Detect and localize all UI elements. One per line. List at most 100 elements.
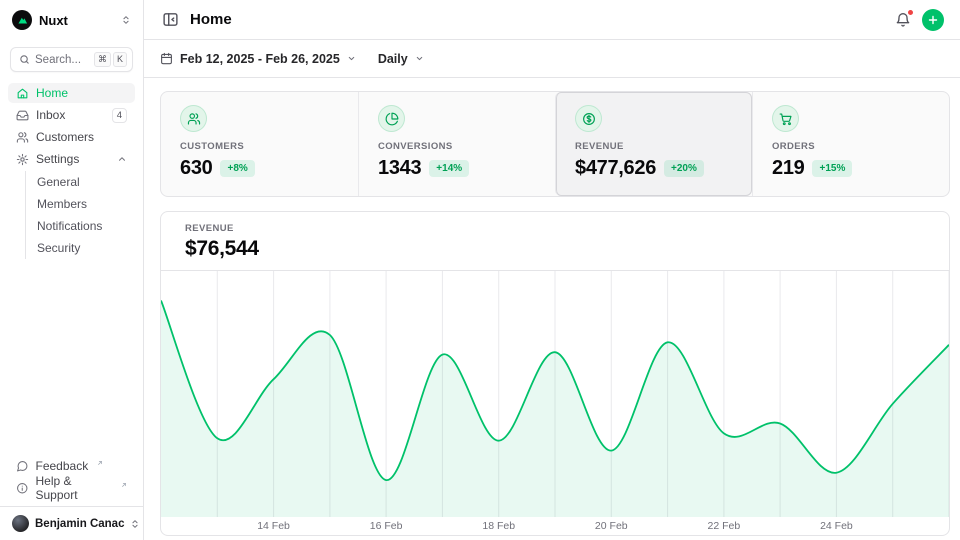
gear-icon [16,153,29,166]
kbd-k: K [113,52,127,67]
search-placeholder: Search... [35,54,89,66]
sidebar-item-label: Settings [36,152,79,166]
external-icon [97,460,103,466]
sidebar-item-settings[interactable]: Settings [8,149,135,169]
user-name: Benjamin Canac [35,518,124,530]
stat-card-revenue[interactable]: REVENUE $477,626 +20% [555,92,752,196]
sidebar-link-label: Feedback [36,459,89,473]
sidebar-link-feedback[interactable]: Feedback [8,456,135,476]
sidebar-spacer [0,261,143,456]
notification-dot [907,9,914,16]
chevrons-up-down-icon [121,15,131,25]
sidebar-item-inbox[interactable]: Inbox 4 [8,105,135,125]
sidebar-item-label: Customers [36,130,94,144]
x-axis-tick-label: 24 Feb [820,520,853,532]
stat-label: REVENUE [575,141,733,152]
sidebar-item-label: Inbox [36,108,65,122]
revenue-chart-card: REVENUE $76,544 14 Feb 16 Feb 18 Feb 20 Feb… [160,211,950,536]
user-menu[interactable]: Benjamin Canac [0,506,143,540]
add-button[interactable] [922,9,944,31]
stat-value: $477,626 [575,157,656,180]
x-axis-tick-label: 14 Feb [257,520,290,532]
revenue-area-chart[interactable] [161,271,949,517]
page-content: CUSTOMERS 630 +8% CONVERSIONS 1343 +14% … [144,78,960,536]
collapse-sidebar-button[interactable] [160,9,181,30]
search-input[interactable]: Search... ⌘K [10,47,133,72]
sidebar-link-help-support[interactable]: Help & Support [8,478,135,498]
chart-current-value: $76,544 [185,237,925,261]
message-icon [16,460,29,473]
x-axis-tick-label: 20 Feb [595,520,628,532]
stat-value: 1343 [378,157,421,180]
sidebar-item-customers[interactable]: Customers [8,127,135,147]
stats-row: CUSTOMERS 630 +8% CONVERSIONS 1343 +14% … [160,91,950,197]
workspace-name: Nuxt [39,13,114,28]
stat-card-customers[interactable]: CUSTOMERS 630 +8% [161,92,358,196]
period-value: Daily [378,52,408,66]
stat-card-orders[interactable]: ORDERS 219 +15% [752,92,949,196]
date-range-picker[interactable]: Feb 12, 2025 - Feb 26, 2025 [160,52,356,66]
filter-toolbar: Feb 12, 2025 - Feb 26, 2025 Daily [144,40,960,78]
search-shortcut: ⌘K [94,52,127,67]
users-icon [187,112,201,126]
cart-icon [779,112,793,126]
dollar-icon [582,112,596,126]
stat-delta-badge: +8% [220,160,254,177]
inbox-icon [16,109,29,122]
sidebar-subitem-notifications[interactable]: Notifications [26,215,135,237]
date-range-value: Feb 12, 2025 - Feb 26, 2025 [180,52,340,66]
x-axis-tick-label: 16 Feb [370,520,403,532]
chart-title: REVENUE [185,223,925,234]
calendar-icon [160,52,173,65]
period-select[interactable]: Daily [378,52,424,66]
search-icon [19,54,30,65]
stat-value: 219 [772,157,804,180]
chevron-down-icon [415,54,424,63]
external-icon [121,482,127,488]
area-chart-svg [161,271,949,517]
notifications-button[interactable] [893,10,913,30]
plus-icon [927,14,939,26]
main-panel: Home Feb 12, 2025 - Feb 26, 2025 Daily [144,0,960,540]
kbd-cmd: ⌘ [94,52,111,67]
workspace-switcher[interactable]: Nuxt [0,0,143,40]
sidebar-subitem-general[interactable]: General [26,171,135,193]
x-axis-tick-label: 18 Feb [482,520,515,532]
chart-header: REVENUE $76,544 [161,212,949,271]
info-icon [16,482,29,495]
dollar-icon-circle [575,105,602,132]
pie-icon [385,112,399,126]
sidebar-subnav: GeneralMembersNotificationsSecurity [25,171,135,259]
chevron-up-icon [117,154,127,164]
collapse-group-icon[interactable] [117,154,127,164]
chevrons-up-down-icon [130,519,140,529]
pie-icon-circle [378,105,405,132]
sidebar: Nuxt Search... ⌘K Home Inbox 4 Customers … [0,0,144,540]
x-axis-tick-label: 22 Feb [707,520,740,532]
stat-delta-badge: +14% [429,160,469,177]
sidebar-item-label: Home [36,86,68,100]
users-icon-circle [180,105,207,132]
nuxt-logo-icon [12,10,32,30]
inbox-count-badge: 4 [112,108,127,123]
sidebar-footer: Feedback Help & Support [0,456,143,506]
home-icon [16,87,29,100]
stat-label: CONVERSIONS [378,141,536,152]
page-header: Home [144,0,960,40]
sidebar-item-home[interactable]: Home [8,83,135,103]
sidebar-subitem-members[interactable]: Members [26,193,135,215]
page-title: Home [190,11,884,28]
sidebar-subitem-security[interactable]: Security [26,237,135,259]
sidebar-link-label: Help & Support [36,474,113,502]
chevron-down-icon [347,54,356,63]
chart-x-axis: 14 Feb 16 Feb 18 Feb 20 Feb 22 Feb 24 Feb [161,517,949,535]
stat-delta-badge: +15% [812,160,852,177]
stat-value: 630 [180,157,212,180]
app-window: Nuxt Search... ⌘K Home Inbox 4 Customers … [0,0,960,540]
sidebar-nav: Home Inbox 4 Customers Settings GeneralMem… [0,81,143,261]
stat-card-conversions[interactable]: CONVERSIONS 1343 +14% [358,92,555,196]
user-avatar [12,515,29,532]
stat-label: CUSTOMERS [180,141,339,152]
stat-delta-badge: +20% [664,160,704,177]
cart-icon-circle [772,105,799,132]
